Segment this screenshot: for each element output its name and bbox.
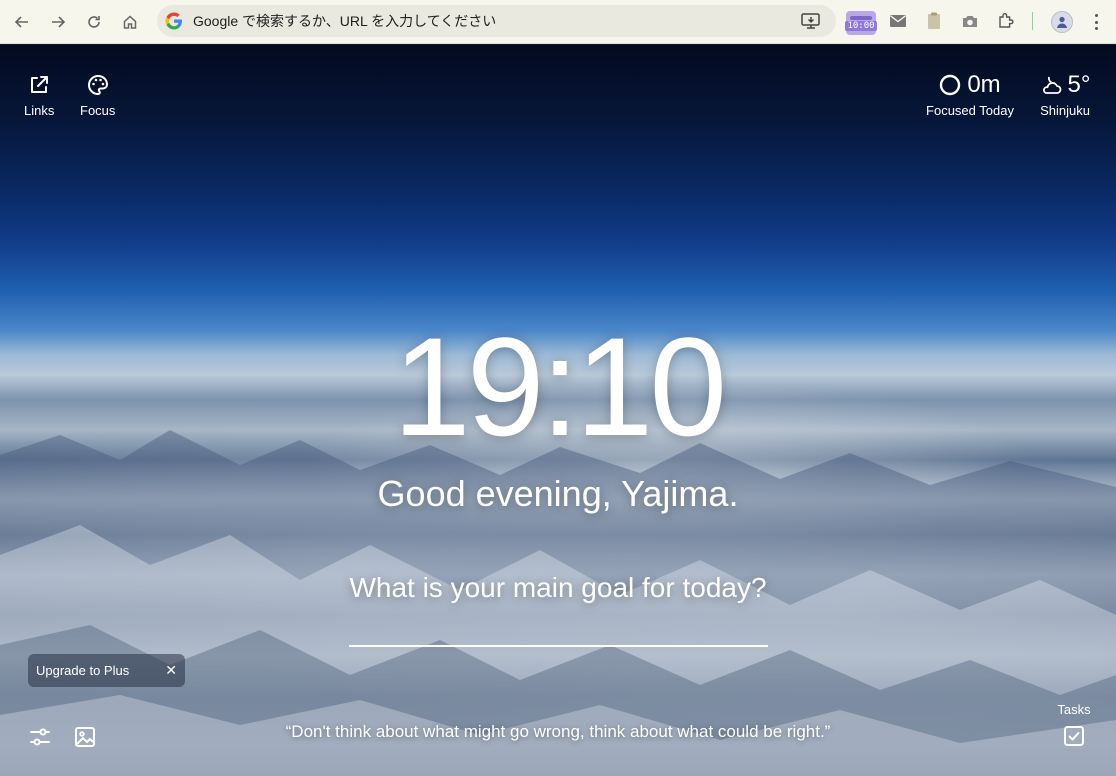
links-button[interactable]: Links bbox=[24, 73, 54, 118]
back-button[interactable] bbox=[10, 10, 34, 34]
arrow-left-icon bbox=[14, 16, 28, 28]
main-goal-question: What is your main goal for today? bbox=[349, 572, 767, 603]
focus-stats-widget[interactable]: 0m Focused Today bbox=[920, 71, 1020, 118]
tasks-button[interactable]: Tasks bbox=[1052, 702, 1096, 747]
external-link-icon bbox=[31, 76, 49, 93]
extension-mail[interactable] bbox=[888, 9, 908, 33]
extension-timer[interactable]: 10:00 bbox=[845, 11, 877, 35]
mail-icon bbox=[890, 15, 906, 27]
focus-ring-icon bbox=[940, 74, 961, 96]
focused-time-value: 0m bbox=[967, 71, 1001, 98]
checkbox-checked-icon bbox=[1064, 726, 1084, 746]
browser-toolbar: Google で検索するか、URL を入力してください 10:00 bbox=[0, 0, 1116, 44]
extension-timer-text: 10:00 bbox=[845, 20, 877, 31]
browser-menu-button[interactable] bbox=[1089, 12, 1103, 32]
home-button[interactable] bbox=[118, 10, 142, 34]
tasks-label: Tasks bbox=[1057, 702, 1091, 717]
focus-label: Focus bbox=[80, 103, 116, 118]
address-bar[interactable]: Google で検索するか、URL を入力してください bbox=[157, 5, 836, 37]
upgrade-banner[interactable]: Upgrade to Plus ✕ bbox=[28, 654, 185, 687]
partly-cloudy-night-icon bbox=[1042, 76, 1061, 94]
new-tab-dashboard: Links Focus 0m Focused Today 5° Shinjuku… bbox=[0, 45, 1116, 776]
arrow-right-icon bbox=[52, 16, 66, 28]
clipboard-icon bbox=[928, 12, 940, 29]
toolbar-separator bbox=[1032, 12, 1033, 30]
palette-icon bbox=[87, 74, 108, 96]
user-avatar-icon bbox=[1057, 16, 1067, 28]
extensions-menu-button[interactable] bbox=[996, 9, 1016, 33]
install-app-icon[interactable] bbox=[800, 11, 822, 31]
profile-avatar[interactable] bbox=[1051, 11, 1073, 33]
weather-widget[interactable]: 5° Shinjuku bbox=[1034, 71, 1096, 118]
extension-screenshot[interactable] bbox=[960, 9, 980, 33]
home-icon bbox=[123, 15, 137, 29]
puzzle-icon bbox=[999, 13, 1014, 28]
temperature-value: 5° bbox=[1067, 71, 1091, 98]
links-label: Links bbox=[24, 103, 55, 118]
timer-bar-icon bbox=[850, 15, 872, 20]
close-icon[interactable]: ✕ bbox=[165, 662, 177, 678]
focused-today-label: Focused Today bbox=[926, 103, 1014, 118]
focus-button[interactable]: Focus bbox=[80, 73, 115, 118]
reload-button[interactable] bbox=[82, 10, 106, 34]
main-goal-input[interactable] bbox=[349, 607, 768, 647]
google-logo-icon bbox=[165, 12, 182, 30]
upgrade-label: Upgrade to Plus bbox=[36, 663, 130, 678]
weather-location: Shinjuku bbox=[1040, 103, 1090, 118]
forward-button[interactable] bbox=[46, 10, 70, 34]
greeting-text: Good evening, Yajima. bbox=[377, 473, 739, 514]
clock-time: 19:10 bbox=[392, 308, 727, 465]
address-bar-placeholder: Google で検索するか、URL を入力してください bbox=[193, 13, 497, 29]
daily-quote[interactable]: “Don't think about what might go wrong, … bbox=[0, 721, 1116, 743]
reload-icon bbox=[88, 16, 100, 28]
extension-clipboard[interactable] bbox=[924, 9, 944, 33]
camera-icon bbox=[963, 15, 977, 27]
